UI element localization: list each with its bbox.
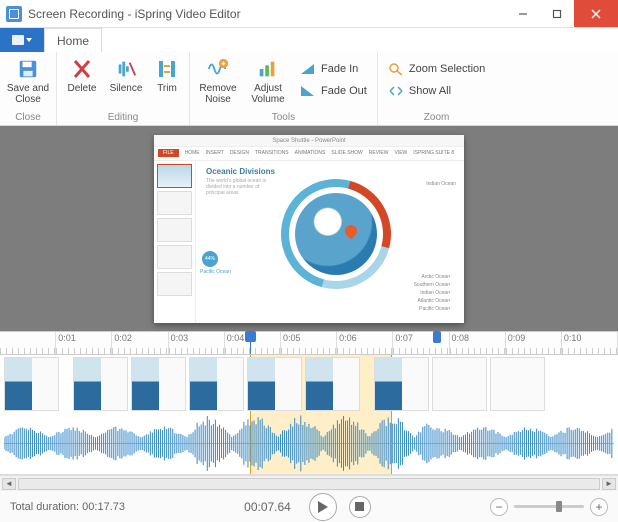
fade-out-icon — [300, 83, 316, 99]
frame-thumb — [305, 357, 360, 411]
zoom-out-button[interactable]: − — [490, 498, 508, 516]
group-tools: RemoveNoise AdjustVolume Fade In Fade Ou… — [190, 52, 378, 125]
zoom-selection-icon — [388, 61, 404, 77]
trim-button[interactable]: Trim — [151, 55, 183, 94]
frame-thumb — [490, 357, 545, 411]
zoom-selection-button[interactable]: Zoom Selection — [384, 59, 489, 79]
trim-icon — [155, 57, 179, 81]
play-button[interactable] — [309, 493, 337, 521]
tab-strip: Home — [0, 28, 618, 52]
waveform-icon — [4, 415, 614, 472]
window-title: Screen Recording - iSpring Video Editor — [28, 7, 506, 21]
save-icon — [16, 57, 40, 81]
ppt-slide: Oceanic Divisions The world's global oce… — [196, 161, 464, 323]
close-button[interactable] — [574, 0, 618, 27]
frame-thumb — [374, 357, 429, 411]
tab-home[interactable]: Home — [44, 28, 102, 52]
play-icon — [317, 500, 329, 514]
group-editing: Delete Silence Trim Editing — [57, 52, 190, 125]
ribbon: Save andClose Close Delete Silence Trim … — [0, 52, 618, 126]
adjust-volume-button[interactable]: AdjustVolume — [246, 55, 290, 105]
horizontal-scrollbar[interactable]: ◄ ► — [0, 475, 618, 491]
frame-thumb — [73, 357, 128, 411]
minimize-button[interactable] — [506, 0, 540, 27]
show-all-button[interactable]: Show All — [384, 81, 489, 101]
ppt-ribbon: FILEHOMEINSERTDESIGNTRANSITIONSANIMATION… — [154, 147, 464, 161]
group-close: Save andClose Close — [0, 52, 57, 125]
footer: Total duration: 00:17.73 00:07.64 − + — [0, 491, 618, 522]
fade-in-icon — [300, 61, 316, 77]
adjust-volume-icon — [256, 57, 280, 81]
frame-thumb — [4, 357, 59, 411]
frame-thumb — [189, 357, 244, 411]
remove-noise-button[interactable]: RemoveNoise — [196, 55, 240, 105]
frame-thumb — [247, 357, 302, 411]
current-time: 00:07.64 — [244, 500, 291, 514]
time-ruler[interactable]: 0:01 0:02 0:03 0:04 0:05 0:06 0:07 0:08 … — [0, 331, 618, 355]
end-handle[interactable] — [433, 331, 441, 343]
timeline[interactable] — [0, 355, 618, 475]
zoom-slider[interactable] — [514, 505, 584, 508]
title-bar: Screen Recording - iSpring Video Editor — [0, 0, 618, 28]
file-tab[interactable] — [0, 28, 44, 52]
audio-track[interactable] — [4, 415, 614, 471]
silence-icon — [114, 57, 138, 81]
scroll-right-button[interactable]: ► — [602, 478, 616, 490]
frame-thumb — [432, 357, 487, 411]
preview-area: Space Shuttle - PowerPoint FILEHOMEINSER… — [0, 126, 618, 331]
fade-out-button[interactable]: Fade Out — [296, 81, 371, 101]
maximize-button[interactable] — [540, 0, 574, 27]
preview-content: Space Shuttle - PowerPoint FILEHOMEINSER… — [154, 135, 464, 323]
video-track[interactable] — [0, 355, 618, 413]
show-all-icon — [388, 83, 404, 99]
remove-noise-icon — [206, 57, 230, 81]
ppt-thumbnails — [154, 161, 196, 323]
ppt-title: Space Shuttle - PowerPoint — [154, 135, 464, 147]
silence-button[interactable]: Silence — [107, 55, 145, 94]
fade-in-button[interactable]: Fade In — [296, 59, 371, 79]
app-icon — [6, 6, 22, 22]
save-and-close-button[interactable]: Save andClose — [6, 55, 50, 105]
playhead[interactable] — [250, 332, 251, 354]
delete-button[interactable]: Delete — [63, 55, 101, 94]
total-duration-label: Total duration: 00:17.73 — [10, 501, 125, 513]
zoom-in-button[interactable]: + — [590, 498, 608, 516]
scroll-track[interactable] — [18, 478, 600, 490]
zoom-control: − + — [490, 498, 608, 516]
group-zoom: Zoom Selection Show All Zoom — [378, 52, 495, 125]
delete-icon — [70, 57, 94, 81]
stop-button[interactable] — [349, 496, 371, 518]
legend: Arctic OceanSouthern OceanIndian OceanAt… — [414, 273, 450, 313]
stop-icon — [355, 502, 364, 511]
scroll-left-button[interactable]: ◄ — [2, 478, 16, 490]
frame-thumb — [131, 357, 186, 411]
